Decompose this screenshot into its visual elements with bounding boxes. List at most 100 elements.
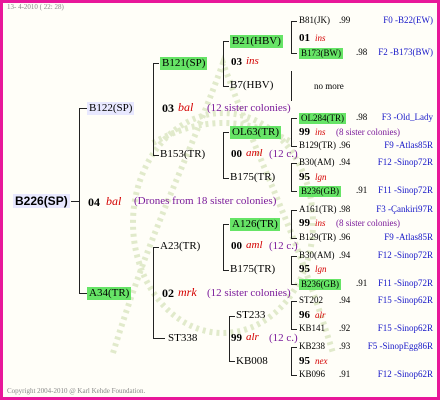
connector xyxy=(291,21,297,22)
connector xyxy=(291,118,292,147)
connector xyxy=(223,41,224,87)
gen5-queen-id[interactable]: OL284(TR) xyxy=(299,113,346,124)
connector xyxy=(79,108,87,109)
gen2-year: 03 xyxy=(162,101,174,115)
gen3-queen-id[interactable]: B153(TR) xyxy=(160,149,205,160)
gen2-queen-id[interactable]: B122(SP) xyxy=(87,102,135,115)
connector xyxy=(153,155,159,156)
gen4-race: ins xyxy=(315,33,326,43)
gen3-note: (12 c.) xyxy=(269,148,298,160)
connector xyxy=(223,224,229,225)
connector xyxy=(291,375,297,376)
gen3-race: ins xyxy=(246,55,259,67)
gen5-reference-link[interactable]: F0 -B22(EW) xyxy=(383,16,433,25)
gen5-reference-link[interactable]: F11 -Sinop72R xyxy=(378,279,433,288)
gen5-reference-link[interactable]: F12 -Sinop62R xyxy=(378,370,433,379)
connector xyxy=(229,316,235,317)
connector xyxy=(291,238,297,239)
gen4-queen-id[interactable]: OL63(TR) xyxy=(230,126,282,139)
gen5-reference-link[interactable]: F5 -SinopEgg86R xyxy=(368,342,433,351)
gen4-year: 99 xyxy=(299,217,310,229)
gen5-queen-id[interactable]: B129(TR) xyxy=(299,233,336,242)
gen5-value: .98 xyxy=(356,47,368,57)
gen3-note: (12 c.) xyxy=(269,332,298,344)
gen5-queen-id[interactable]: KB141 xyxy=(299,324,325,333)
gen5-reference-link[interactable]: F12 -Sinop72R xyxy=(378,158,433,167)
gen5-value: .94 xyxy=(339,295,351,305)
gen5-reference-link[interactable]: F3 -Old_Lady xyxy=(382,113,433,122)
pedigree-frame: 13- 4-2010 ( 22: 28) Copyright 2004-2010… xyxy=(0,0,440,400)
gen5-queen-id[interactable]: B236(GB) xyxy=(299,186,341,197)
connector xyxy=(291,284,297,285)
connector xyxy=(291,210,297,211)
gen5-reference-link[interactable]: F9 -Atlas85R xyxy=(384,233,433,242)
connector xyxy=(153,338,165,339)
gen5-value: .91 xyxy=(356,278,368,288)
gen2-year: 02 xyxy=(162,286,174,300)
gen5-queen-id[interactable]: ST202 xyxy=(299,296,323,305)
connector xyxy=(223,132,229,133)
connector xyxy=(291,191,297,192)
gen5-queen-id[interactable]: B30(AM) xyxy=(299,251,335,260)
gen5-queen-id[interactable]: KB238 xyxy=(299,342,325,351)
gen4-queen-id[interactable]: B175(TR) xyxy=(230,264,275,275)
gen3-year: 03 xyxy=(231,56,242,68)
footer-copyright: Copyright 2004-2010 @ Karl Kehde Foundat… xyxy=(7,387,146,395)
connector xyxy=(223,270,229,271)
gen3-queen-id[interactable]: B121(SP) xyxy=(160,57,208,70)
connector xyxy=(291,71,292,101)
gen4-race: alr xyxy=(315,310,326,320)
connector xyxy=(223,41,229,42)
gen4-queen-id[interactable]: KB008 xyxy=(236,356,268,367)
gen5-value: .98 xyxy=(356,112,368,122)
gen5-value: .94 xyxy=(339,250,351,260)
connector xyxy=(223,86,229,87)
gen5-reference-link[interactable]: F15 -Sinop62R xyxy=(378,296,433,305)
connector xyxy=(229,316,230,362)
gen5-reference-link[interactable]: F9 -Atlas85R xyxy=(384,141,433,150)
gen3-year: 00 xyxy=(231,148,242,160)
gen5-queen-id[interactable]: B236(GB) xyxy=(299,279,341,290)
gen2-note: (12 sister colonies) xyxy=(207,287,291,299)
root-queen-id[interactable]: B226(SP) xyxy=(13,194,70,208)
connector xyxy=(79,293,87,294)
connector xyxy=(291,163,292,192)
gen5-queen-id[interactable]: B129(TR) xyxy=(299,141,336,150)
gen5-reference-link[interactable]: F12 -Sinop72R xyxy=(378,251,433,260)
gen5-reference-link[interactable]: F2 -B173(BW) xyxy=(378,48,433,57)
connector xyxy=(223,178,229,179)
gen4-note: (8 sister colonies) xyxy=(336,218,400,228)
root-year: 04 xyxy=(88,195,100,209)
gen4-queen-id[interactable]: B21(HBV) xyxy=(230,35,283,48)
gen5-queen-id[interactable]: B81(JK) xyxy=(299,16,330,25)
gen5-reference-link[interactable]: F3 -Çankiri97R xyxy=(376,205,433,214)
gen2-race: mrk xyxy=(178,285,197,299)
gen5-value: .92 xyxy=(339,323,351,333)
connector xyxy=(153,63,154,156)
gen5-queen-id[interactable]: A161(TR) xyxy=(299,205,337,214)
gen4-queen-id[interactable]: A126(TR) xyxy=(230,218,280,231)
connector xyxy=(291,256,297,257)
gen2-race: bal xyxy=(178,100,194,114)
gen4-year: 99 xyxy=(299,126,310,138)
gen2-queen-id[interactable]: A34(TR) xyxy=(87,287,132,300)
gen5-reference-link[interactable]: F11 -Sinop72R xyxy=(378,186,433,195)
connector xyxy=(291,301,292,330)
gen4-queen-id[interactable]: B7(HBV) xyxy=(230,80,273,91)
gen5-reference-link[interactable]: F15 -Sinop62R xyxy=(378,324,433,333)
connector xyxy=(291,347,292,376)
gen5-queen-id[interactable]: B173(BW) xyxy=(299,48,343,59)
connector xyxy=(291,163,297,164)
connector xyxy=(291,118,297,119)
gen4-queen-id[interactable]: B175(TR) xyxy=(230,172,275,183)
gen3-race: alr xyxy=(246,331,259,343)
gen5-queen-id[interactable]: KB096 xyxy=(299,370,325,379)
gen5-value: .91 xyxy=(356,185,368,195)
gen3-queen-id[interactable]: A23(TR) xyxy=(160,241,200,252)
gen5-queen-id[interactable]: B30(AM) xyxy=(299,158,335,167)
gen3-queen-id[interactable]: ST338 xyxy=(168,333,197,344)
gen4-extra: no more xyxy=(314,81,344,91)
gen4-year: 01 xyxy=(299,32,310,44)
gen5-value: .96 xyxy=(339,140,351,150)
gen4-queen-id[interactable]: ST233 xyxy=(236,310,265,321)
